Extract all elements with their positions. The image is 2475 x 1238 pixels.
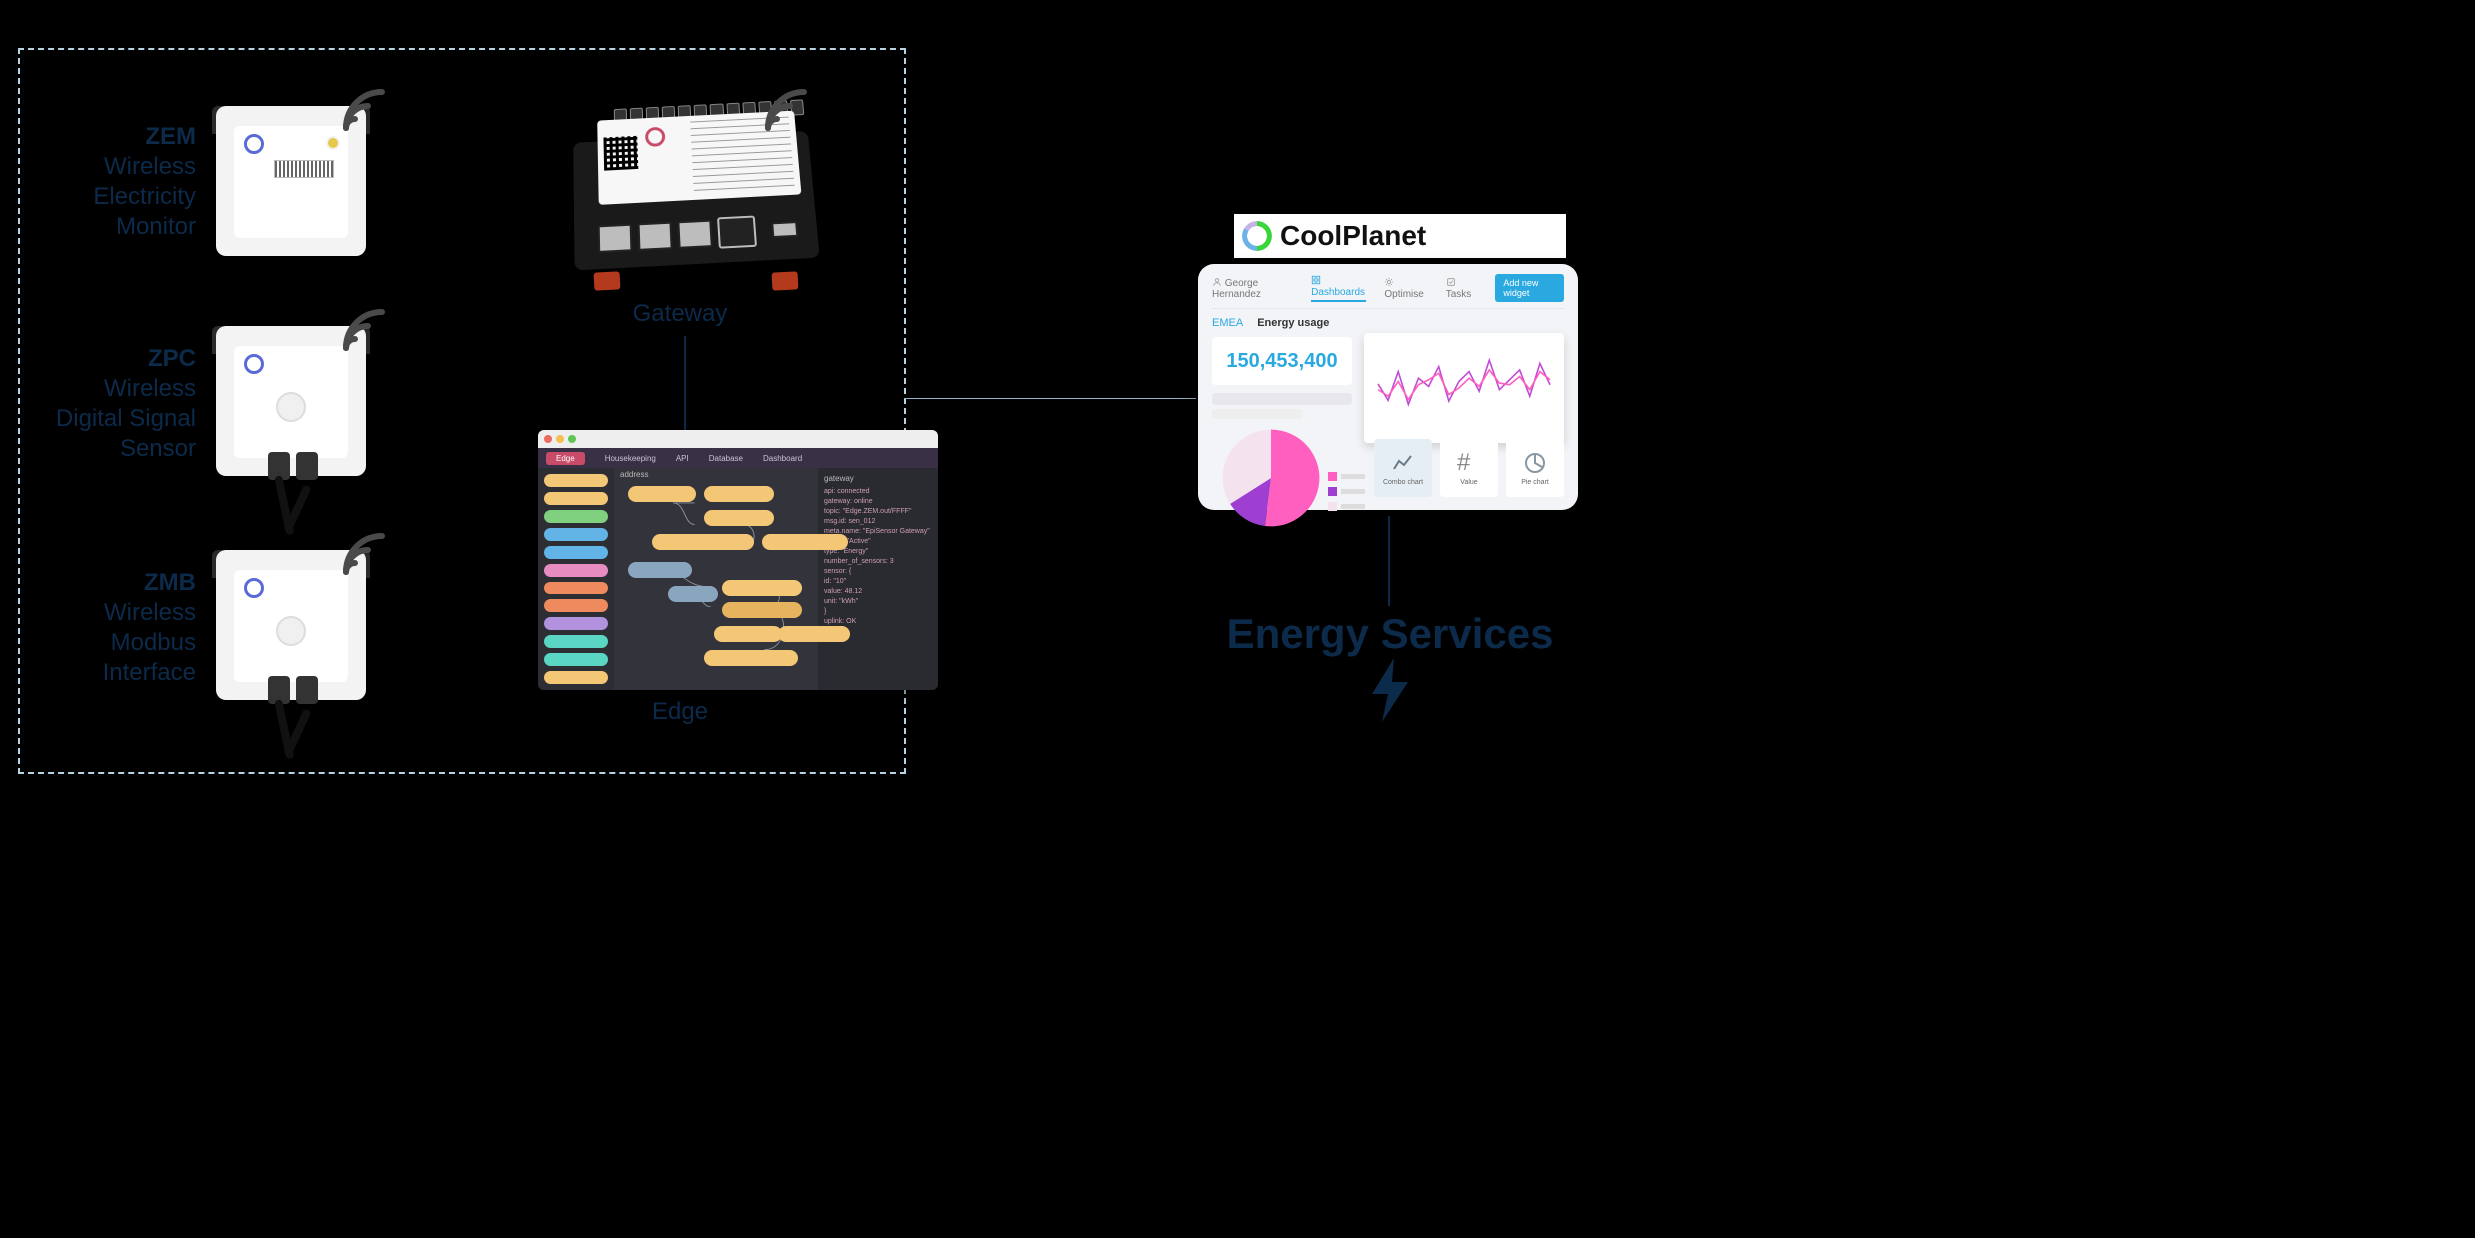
placeholder-row: [1212, 393, 1352, 405]
widget-type-value[interactable]: # Value: [1440, 439, 1498, 497]
connector-cloud-services: [1388, 516, 1390, 606]
tab-tasks[interactable]: Tasks: [1446, 277, 1478, 300]
cloud-dashboard: CoolPlanet George Hernandez Dashboards O…: [1198, 220, 1578, 510]
device-zpc-label: ZPC Wireless Digital Signal Sensor: [36, 344, 196, 464]
edge-menu-item: Dashboard: [763, 454, 802, 463]
device-zmb-line2: Modbus: [66, 628, 196, 658]
wifi-icon: [334, 80, 394, 140]
edge-sidebar-header: gateway: [824, 474, 932, 484]
placeholder-row: [1212, 409, 1302, 419]
tab-optimise[interactable]: Optimise: [1384, 277, 1427, 300]
widget-type-combo-label: Combo chart: [1383, 479, 1423, 486]
wifi-icon: [334, 524, 394, 584]
add-widget-button[interactable]: Add new widget: [1495, 274, 1564, 302]
breadcrumb-region[interactable]: EMEA: [1212, 317, 1243, 329]
wifi-icon: [756, 80, 816, 140]
device-zmb-code: ZMB: [66, 568, 196, 598]
lightning-icon: [1366, 658, 1414, 727]
device-zem-line1: Wireless: [56, 152, 196, 182]
device-zpc-line2: Digital Signal: [36, 404, 196, 434]
widget-type-row: Combo chart # Value Pie chart: [1374, 439, 1564, 497]
widget-big-number: 150,453,400: [1212, 337, 1352, 385]
edge-menubar: Edge Housekeeping API Database Dashboard: [538, 448, 938, 468]
widget-type-pie[interactable]: Pie chart: [1506, 439, 1564, 497]
widget-type-pie-label: Pie chart: [1521, 479, 1549, 486]
device-zem-code: ZEM: [56, 122, 196, 152]
coolplanet-logo: CoolPlanet: [1234, 214, 1566, 258]
pie-legend: [1328, 472, 1365, 511]
edge-node-palette: [538, 468, 614, 690]
device-zem-line2: Electricity: [56, 182, 196, 212]
widget-type-value-label: Value: [1460, 479, 1477, 486]
edge-menu-item: Database: [709, 454, 743, 463]
coolplanet-brand-text: CoolPlanet: [1280, 220, 1426, 252]
device-zmb-line1: Wireless: [66, 598, 196, 628]
edge-debug-sidebar: gateway api: connectedgateway: onlinetop…: [818, 468, 938, 690]
tab-tasks-label: Tasks: [1446, 289, 1472, 300]
wifi-icon: [334, 300, 394, 360]
edge-screenshot: Edge Housekeeping API Database Dashboard…: [538, 430, 938, 690]
edge-window-titlebar: [538, 430, 938, 448]
connector-site-cloud: [904, 398, 1196, 399]
widget-line-chart: [1364, 333, 1564, 443]
gateway-caption: Gateway: [620, 300, 740, 328]
energy-services-title: Energy Services: [1200, 610, 1580, 658]
device-zpc-code: ZPC: [36, 344, 196, 374]
cloud-nav-tabs: George Hernandez Dashboards Optimise Tas…: [1212, 274, 1564, 309]
edge-menu-item: Housekeeping: [605, 454, 656, 463]
device-zmb-label: ZMB Wireless Modbus Interface: [66, 568, 196, 688]
tab-dashboards-label: Dashboards: [1311, 287, 1365, 298]
widget-type-combo[interactable]: Combo chart: [1374, 439, 1432, 497]
edge-menu-item: API: [676, 454, 689, 463]
edge-active-tab: Edge: [546, 452, 585, 465]
widget-pie-chart: [1216, 423, 1326, 513]
breadcrumb-page: Energy usage: [1257, 317, 1329, 329]
coolplanet-logo-ring-icon: [1242, 221, 1272, 251]
cloud-breadcrumb: EMEA Energy usage: [1212, 317, 1564, 329]
device-zem-label: ZEM Wireless Electricity Monitor: [56, 122, 196, 242]
device-zmb-line3: Interface: [66, 658, 196, 688]
device-zpc-line1: Wireless: [36, 374, 196, 404]
cloud-nav-user: George Hernandez: [1212, 277, 1293, 300]
device-zem-line3: Monitor: [56, 212, 196, 242]
connector-gateway-edge: [684, 336, 686, 430]
tab-dashboards[interactable]: Dashboards: [1311, 275, 1366, 302]
edge-caption: Edge: [640, 698, 720, 726]
tab-optimise-label: Optimise: [1384, 289, 1423, 300]
hash-icon: #: [1457, 451, 1481, 475]
device-zpc-line3: Sensor: [36, 434, 196, 464]
edge-flow-canvas: address: [614, 468, 818, 690]
